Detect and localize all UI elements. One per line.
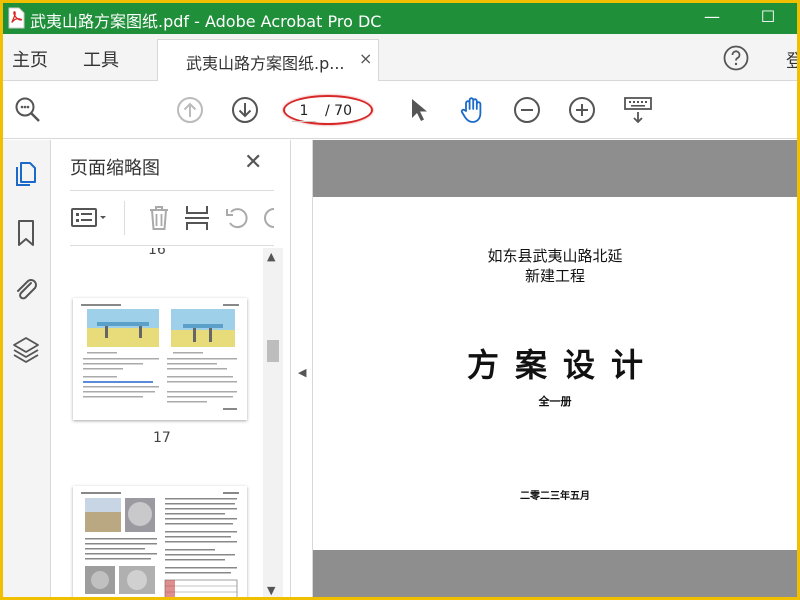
close-tab-icon[interactable]: ×: [359, 49, 372, 68]
page-thumbnails-panel: 页面缩略图 ✕ 16 17 ▲ ▼: [51, 140, 291, 597]
scroll-down-arrow[interactable]: ▼: [267, 584, 275, 597]
rotate-clockwise-icon[interactable]: [262, 203, 276, 233]
scroll-thumb[interactable]: [267, 340, 279, 362]
scroll-up-arrow[interactable]: ▲: [267, 250, 275, 263]
thumbnail-scrollbar[interactable]: ▲ ▼: [263, 248, 283, 597]
page-thumbnail[interactable]: [73, 298, 247, 420]
bookmark-icon[interactable]: [11, 218, 41, 248]
search-zoom-icon[interactable]: [12, 94, 44, 126]
document-tab-label: 武夷山路方案图纸.p...: [186, 54, 345, 73]
close-panel-icon[interactable]: ✕: [244, 150, 262, 175]
minimize-button[interactable]: —: [700, 6, 724, 28]
delete-page-icon[interactable]: [144, 203, 174, 233]
window-title: 武夷山路方案图纸.pdf - Adobe Acrobat Pro DC: [30, 12, 382, 31]
pdf-page: 如东县武夷山路北延 新建工程 方案设计 全一册 二零二三年五月: [313, 197, 797, 550]
pages-icon[interactable]: [11, 160, 41, 190]
thumbnail-label: 17: [153, 430, 171, 446]
page-thumbnail[interactable]: [73, 486, 247, 597]
thumbnail-17-preview: [81, 304, 239, 410]
panel-title: 页面缩略图: [70, 158, 160, 179]
acrobat-app-icon: [7, 7, 25, 29]
select-pointer-icon[interactable]: [403, 94, 435, 126]
menu-tab-row: 主页 工具 武夷山路方案图纸.p... × 登: [3, 34, 797, 81]
thumbnail-18-preview: [81, 492, 239, 597]
document-main-title: 方案设计: [466, 346, 659, 384]
left-tool-rail: [3, 140, 51, 597]
home-tab[interactable]: 主页: [12, 46, 48, 72]
thumbnail-options-icon[interactable]: [70, 203, 110, 233]
hand-tool-icon[interactable]: [457, 94, 489, 126]
layers-icon[interactable]: [11, 334, 41, 364]
acrobat-window: 武夷山路方案图纸.pdf - Adobe Acrobat Pro DC — ☐ …: [3, 3, 797, 597]
total-pages-label: / 70: [325, 103, 352, 119]
help-icon[interactable]: [723, 45, 749, 71]
project-name-line1: 如东县武夷山路北延: [487, 247, 623, 265]
tools-tab[interactable]: 工具: [83, 46, 119, 72]
thumbnail-list: 16 17: [70, 248, 260, 597]
current-page-input[interactable]: 1: [292, 100, 316, 122]
thumbnail-label-partial: 16: [148, 248, 166, 258]
extract-page-icon[interactable]: [182, 203, 212, 233]
arrow-down-icon[interactable]: [229, 94, 261, 126]
keyboard-icon[interactable]: [622, 94, 654, 126]
attachment-icon[interactable]: [11, 274, 41, 304]
thumbnail-toolbar: [70, 190, 276, 246]
main-toolbar: 1 / 70: [3, 81, 797, 139]
title-bar: 武夷山路方案图纸.pdf - Adobe Acrobat Pro DC — ☐: [3, 3, 797, 34]
rotate-page-icon[interactable]: [222, 203, 252, 233]
document-view: 如东县武夷山路北延 新建工程 方案设计 全一册 二零二三年五月: [313, 140, 797, 597]
zoom-out-icon[interactable]: [511, 94, 543, 126]
arrow-up-icon[interactable]: [174, 94, 206, 126]
document-tab[interactable]: 武夷山路方案图纸.p... ×: [157, 39, 379, 81]
maximize-button[interactable]: ☐: [756, 6, 780, 28]
zoom-in-icon[interactable]: [566, 94, 598, 126]
collapse-panel-arrow[interactable]: ◀: [298, 366, 306, 379]
volume-label: 全一册: [538, 395, 572, 408]
panel-divider[interactable]: ◀: [291, 140, 313, 597]
toolbar-separator: [124, 201, 125, 235]
document-date: 二零二三年五月: [520, 491, 590, 502]
sign-in-link[interactable]: 登: [786, 47, 797, 73]
project-name-line2: 新建工程: [524, 267, 585, 285]
